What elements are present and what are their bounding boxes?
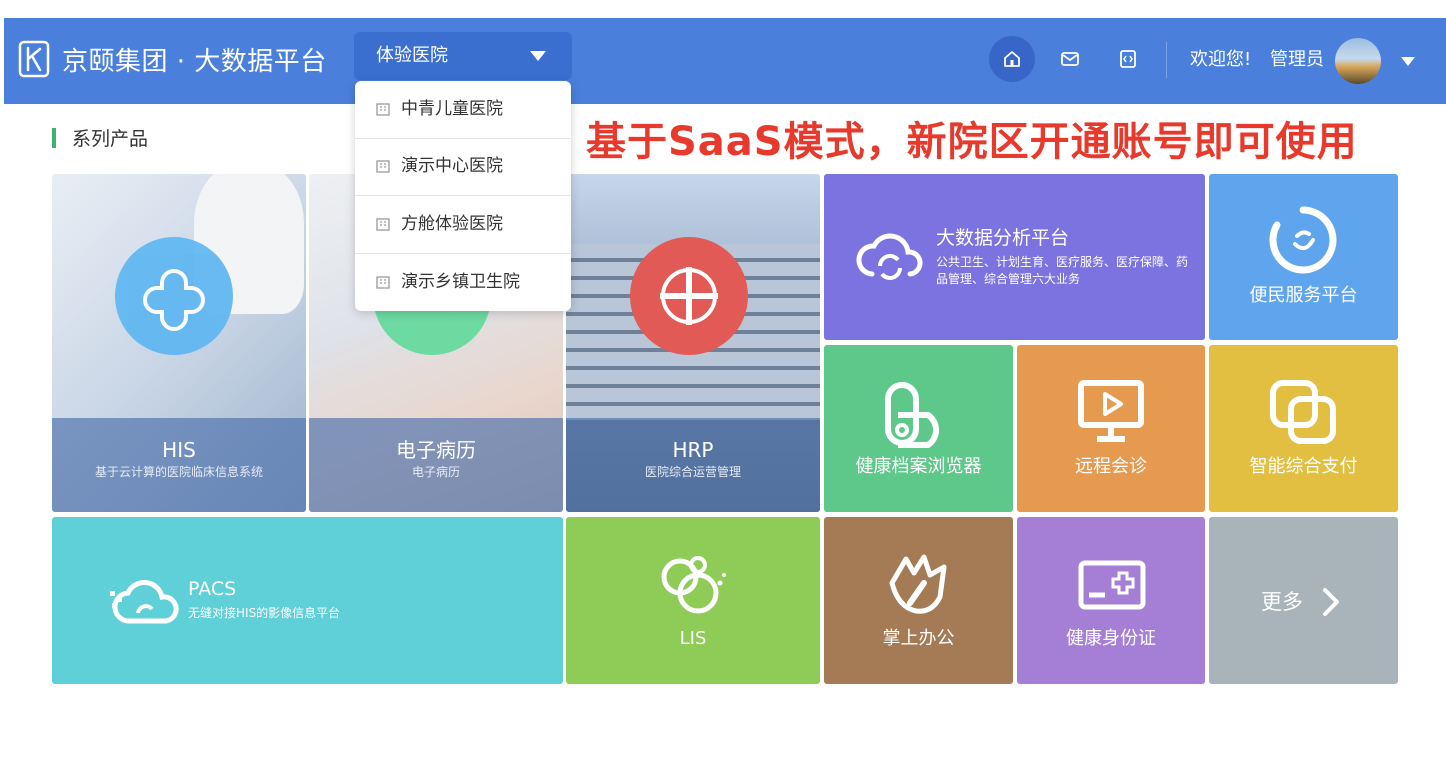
hand-pen-icon <box>889 554 947 614</box>
mail-icon <box>1061 52 1079 66</box>
tile-office[interactable]: 掌上办公 <box>824 517 1013 684</box>
logo-icon <box>18 40 50 78</box>
dropdown-item[interactable]: 演示中心医院 <box>355 138 571 196</box>
chevron-down-icon <box>530 51 546 61</box>
dropdown-item[interactable]: 中青儿童医院 <box>355 81 571 139</box>
hrp-title: HRP <box>672 438 714 462</box>
dropdown-item[interactable]: 方舱体验医院 <box>355 196 571 254</box>
his-title: HIS <box>162 438 196 462</box>
top-header: 京颐集团 · 大数据平台 体验医院 欢迎您! 管理员 <box>4 18 1446 104</box>
building-icon <box>376 218 390 231</box>
cross-icon <box>143 268 205 331</box>
emr-subtitle: 电子病历 <box>411 465 460 479</box>
tile-bigdata[interactable]: 大数据分析平台 公共卫生、计划生育、医疗服务、医疗保障、药品管理、综合管理六大业… <box>824 174 1205 340</box>
dropdown-item[interactable]: 演示乡镇卫生院 <box>355 254 571 311</box>
id-card-cross-icon <box>1078 560 1146 610</box>
avatar[interactable] <box>1335 38 1381 84</box>
hospital-select-value: 体验医院 <box>376 45 448 66</box>
hospital-select[interactable]: 体验医院 <box>354 32 572 80</box>
more-label: 更多 <box>1261 590 1303 614</box>
knot-icon <box>660 267 718 325</box>
service-icon <box>1269 206 1337 274</box>
dropdown-item-label: 演示中心医院 <box>401 156 503 176</box>
tile-payment[interactable]: 智能综合支付 <box>1209 345 1398 512</box>
hrp-logo-circle <box>630 237 748 355</box>
mail-button[interactable] <box>1047 36 1093 82</box>
his-logo-circle <box>115 237 233 355</box>
tile-service[interactable]: 便民服务平台 <box>1209 174 1398 340</box>
bigdata-desc: 公共卫生、计划生育、医疗服务、医疗保障、药品管理、综合管理六大业务 <box>936 255 1189 286</box>
hospital-dropdown-menu: 中青儿童医院 演示中心医院 方舱体验医院 演示乡镇卫生院 <box>355 81 571 311</box>
hrp-subtitle: 医院综合运营管理 <box>644 465 741 479</box>
video-screen-icon <box>1078 380 1144 442</box>
section-accent-bar <box>52 128 56 148</box>
cloud-sync-icon <box>856 233 923 280</box>
building-icon <box>376 276 390 289</box>
code-icon <box>1120 50 1136 68</box>
cloud-pixel-icon <box>110 580 179 624</box>
dropdown-item-label: 方舱体验医院 <box>401 214 503 234</box>
lab-flask-icon <box>661 556 726 614</box>
remote-label: 远程会诊 <box>1075 456 1147 477</box>
building-icon <box>376 160 390 173</box>
tile-his[interactable]: HIS 基于云计算的医院临床信息系统 <box>52 174 306 512</box>
capsule-icon <box>885 382 939 448</box>
home-button[interactable] <box>989 36 1035 82</box>
home-icon <box>1004 51 1020 67</box>
promo-banner: 基于SaaS模式，新院区开通账号即可使用 <box>586 119 1358 165</box>
office-label: 掌上办公 <box>882 628 955 649</box>
building-icon <box>376 103 390 116</box>
brand-title: 京颐集团 · 大数据平台 <box>62 47 327 77</box>
pacs-desc: 无缝对接HIS的影像信息平台 <box>188 606 341 620</box>
chevron-right-icon <box>1323 588 1339 616</box>
tile-lis[interactable]: LIS <box>566 517 820 684</box>
overlap-squares-icon <box>1270 380 1336 444</box>
health-record-label: 健康档案浏览器 <box>855 456 982 477</box>
dropdown-item-label: 演示乡镇卫生院 <box>401 272 520 292</box>
service-label: 便民服务平台 <box>1249 285 1358 306</box>
user-menu-chevron-icon[interactable] <box>1401 57 1415 66</box>
code-button[interactable] <box>1105 36 1151 82</box>
section-title: 系列产品 <box>72 128 149 150</box>
health-id-label: 健康身份证 <box>1066 628 1156 649</box>
pacs-title: PACS <box>188 578 237 600</box>
header-divider <box>1166 42 1167 78</box>
payment-label: 智能综合支付 <box>1249 456 1358 477</box>
dropdown-item-label: 中青儿童医院 <box>401 99 503 119</box>
tile-pacs[interactable]: PACS 无缝对接HIS的影像信息平台 <box>52 517 563 684</box>
tile-health-record[interactable]: 健康档案浏览器 <box>824 345 1013 512</box>
tile-hrp[interactable]: HRP 医院综合运营管理 <box>566 174 820 512</box>
tile-remote[interactable]: 远程会诊 <box>1017 345 1205 512</box>
lis-label: LIS <box>679 628 707 649</box>
welcome-text: 欢迎您! <box>1190 49 1252 70</box>
emr-title: 电子病历 <box>396 438 476 462</box>
tile-more[interactable]: 更多 <box>1209 517 1398 684</box>
bigdata-title: 大数据分析平台 <box>936 227 1070 249</box>
tile-health-id[interactable]: 健康身份证 <box>1017 517 1205 684</box>
his-subtitle: 基于云计算的医院临床信息系统 <box>94 465 263 479</box>
username[interactable]: 管理员 <box>1270 48 1324 72</box>
